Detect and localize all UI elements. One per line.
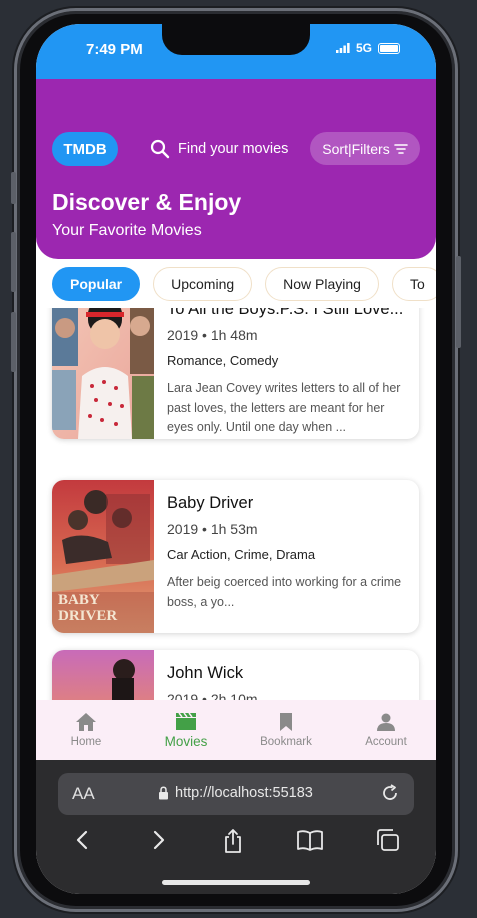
account-icon [377,713,395,731]
power-button [456,256,461,348]
battery-icon [378,42,400,54]
movie-list[interactable]: To All the Boys:P.S. I Still Love... 201… [36,308,436,700]
bottom-navigation: Home Movies Bookmark Account [36,700,436,760]
tab-top-rated[interactable]: To [391,267,436,301]
movie-genres: Romance, Comedy [167,353,279,368]
nav-bookmark-label: Bookmark [260,736,312,748]
network-label: 5G [355,41,372,55]
home-icon [76,713,96,731]
movie-title: To All the Boys:P.S. I Still Love... [167,308,404,318]
share-icon[interactable] [221,828,245,854]
reader-aa-button[interactable]: AA [72,784,95,804]
phone-screen: 7:49 PM 5G TMDB Find your movies Sort|Fi… [36,24,436,894]
address-bar[interactable]: AA http://localhost:55183 [58,773,414,815]
movie-meta: 2019 • 1h 48m [167,327,258,343]
url-display[interactable]: http://localhost:55183 [158,785,313,801]
browser-tools [36,828,436,854]
lock-icon [159,786,168,800]
movie-card[interactable]: To All the Boys:P.S. I Still Love... 201… [52,308,419,439]
status-time: 7:49 PM [86,41,143,58]
nav-movies-label: Movies [164,733,208,749]
clapperboard-icon [176,712,196,730]
tabs-icon[interactable] [375,828,401,852]
sort-filters-button[interactable]: Sort|Filters [310,132,420,165]
movie-genres: Car Action, Crime, Drama [167,547,316,562]
forward-icon[interactable] [146,828,170,852]
header-subtitle: Your Favorite Movies [52,222,202,239]
bookmarks-icon[interactable] [296,828,324,852]
movie-title: Baby Driver [167,494,254,512]
volume-down-button [11,312,16,372]
tab-now-playing[interactable]: Now Playing [265,267,379,301]
category-tabs: Popular Upcoming Now Playing To [52,267,436,301]
nav-bookmark[interactable]: Bookmark [236,700,336,760]
reload-icon[interactable] [380,783,400,803]
svg-text:BABY: BABY [58,592,100,608]
movie-card[interactable]: John Wick 2019 • 2h 10m [52,650,419,700]
movie-poster [52,308,154,439]
volume-up-button [11,232,16,292]
movie-poster [52,650,154,700]
movie-meta: 2019 • 1h 53m [167,521,258,537]
tab-popular[interactable]: Popular [52,267,141,301]
movie-overview: After beig coerced into working for a cr… [167,575,402,609]
bookmark-icon [280,713,292,731]
nav-account[interactable]: Account [336,700,436,760]
search-label: Find your movies [178,141,289,157]
url-text: http://localhost:55183 [175,785,313,801]
filter-icon [393,143,408,154]
signal-icon [335,43,350,53]
movie-card[interactable]: BABY DRIVER Baby Driver 2019 • 1h 53m Ca… [52,480,419,633]
movie-title: John Wick [167,664,244,682]
sort-filters-label: Sort|Filters [322,140,390,157]
nav-account-label: Account [365,736,407,748]
search-icon [150,139,170,159]
movie-meta: 2019 • 2h 10m [167,691,258,700]
mute-switch [11,172,16,204]
movie-overview: Lara Jean Covey writes letters to all of… [167,381,401,434]
home-indicator [162,880,310,885]
movie-poster: BABY DRIVER [52,480,154,633]
notch [162,24,310,55]
app-header: TMDB Find your movies Sort|Filters Disco… [36,79,436,259]
tmdb-logo[interactable]: TMDB [52,132,118,166]
back-icon[interactable] [71,828,95,852]
nav-home-label: Home [70,736,102,748]
svg-text:DRIVER: DRIVER [58,608,117,624]
nav-movies[interactable]: Movies [136,700,236,760]
status-icons: 5G [335,41,400,55]
search-button[interactable]: Find your movies [150,139,288,159]
tab-upcoming[interactable]: Upcoming [153,267,253,301]
nav-home[interactable]: Home [36,700,136,760]
status-bar: 7:49 PM 5G [36,24,436,79]
browser-toolbar: AA http://localhost:55183 [36,760,436,894]
header-title: Discover & Enjoy [52,189,242,215]
